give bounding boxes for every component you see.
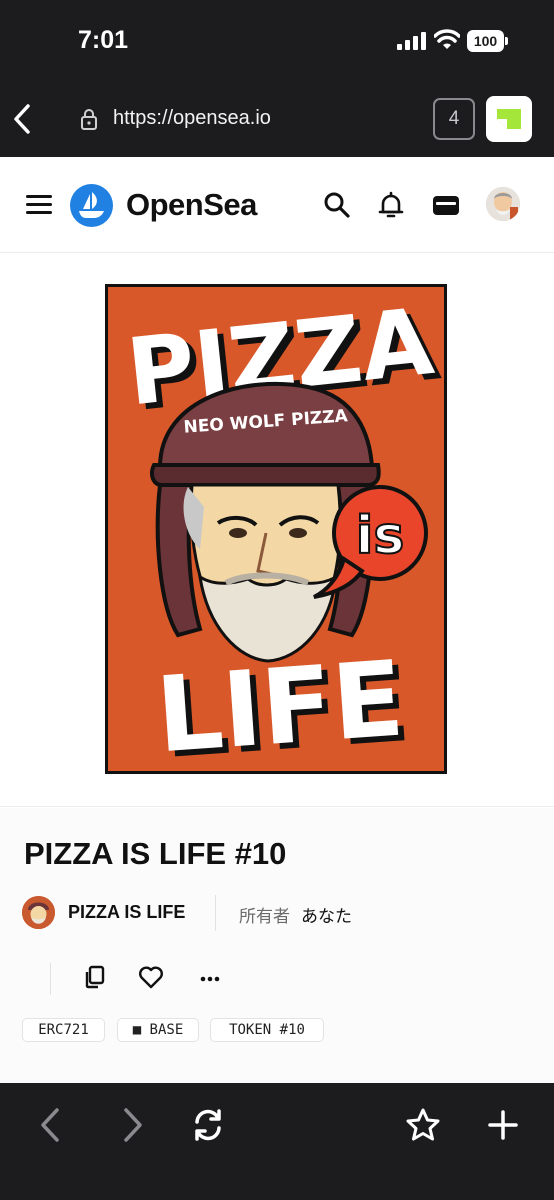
browser-toolbar (0, 1083, 554, 1200)
status-bar: 7:01 100 (0, 0, 554, 80)
collection-link[interactable]: PIZZA IS LIFE (68, 902, 185, 923)
forward-icon[interactable] (114, 1107, 150, 1143)
divider (50, 963, 51, 995)
nft-artwork[interactable]: PIZZA PIZZA NEO WOLF PIZZA is LIFE LIFE (105, 284, 447, 774)
nft-title: PIZZA IS LIFE #10 (24, 836, 287, 871)
extension-icon (497, 109, 521, 129)
heart-icon[interactable] (138, 964, 164, 990)
battery-level: 100 (467, 30, 504, 52)
chip-chain[interactable]: ■ BASE (117, 1018, 199, 1042)
nft-details: PIZZA IS LIFE #10 PIZZA IS LIFE 所有者 あなた (0, 808, 554, 1083)
bubble-text: is (356, 506, 405, 566)
headline-bottom: LIFE (153, 637, 408, 774)
divider (215, 895, 216, 931)
tabs-button[interactable]: 4 (433, 98, 475, 140)
cellular-signal-icon (397, 32, 426, 50)
copy-icon[interactable] (81, 964, 107, 990)
menu-icon[interactable] (26, 195, 52, 215)
wifi-icon (434, 29, 460, 49)
back-icon[interactable] (33, 1107, 69, 1143)
battery-indicator: 100 (467, 30, 509, 52)
site-header: OpenSea (0, 157, 554, 253)
url-field[interactable]: https://opensea.io (113, 107, 271, 130)
status-time: 7:01 (78, 26, 129, 54)
browser-url-bar: https://opensea.io 4 (0, 80, 554, 157)
boat-icon (79, 192, 104, 218)
chip-token-id: TOKEN #10 (210, 1018, 324, 1042)
lock-icon (81, 109, 97, 130)
back-chevron-icon[interactable] (10, 102, 34, 136)
owner-value[interactable]: あなた (301, 902, 352, 927)
avatar[interactable] (486, 187, 520, 221)
pizza-is-life-poster: PIZZA PIZZA NEO WOLF PIZZA is LIFE LIFE (108, 287, 444, 774)
extension-button[interactable] (486, 96, 532, 142)
plus-icon[interactable] (485, 1107, 521, 1143)
chip-standard: ERC721 (22, 1018, 105, 1042)
action-row (50, 960, 250, 996)
nft-image-area: PIZZA PIZZA NEO WOLF PIZZA is LIFE LIFE (0, 254, 554, 807)
collection-owner-row: PIZZA IS LIFE 所有者 あなた (22, 895, 542, 931)
star-icon[interactable] (405, 1107, 441, 1143)
opensea-logo[interactable] (70, 184, 113, 227)
brand-name[interactable]: OpenSea (126, 187, 257, 223)
bell-icon[interactable] (376, 190, 406, 220)
search-icon[interactable] (322, 190, 352, 220)
owner-label: 所有者 (239, 907, 290, 926)
collection-avatar[interactable] (22, 896, 55, 929)
wallet-icon[interactable] (431, 190, 461, 220)
refresh-icon[interactable] (190, 1107, 226, 1143)
more-icon[interactable] (197, 964, 223, 990)
